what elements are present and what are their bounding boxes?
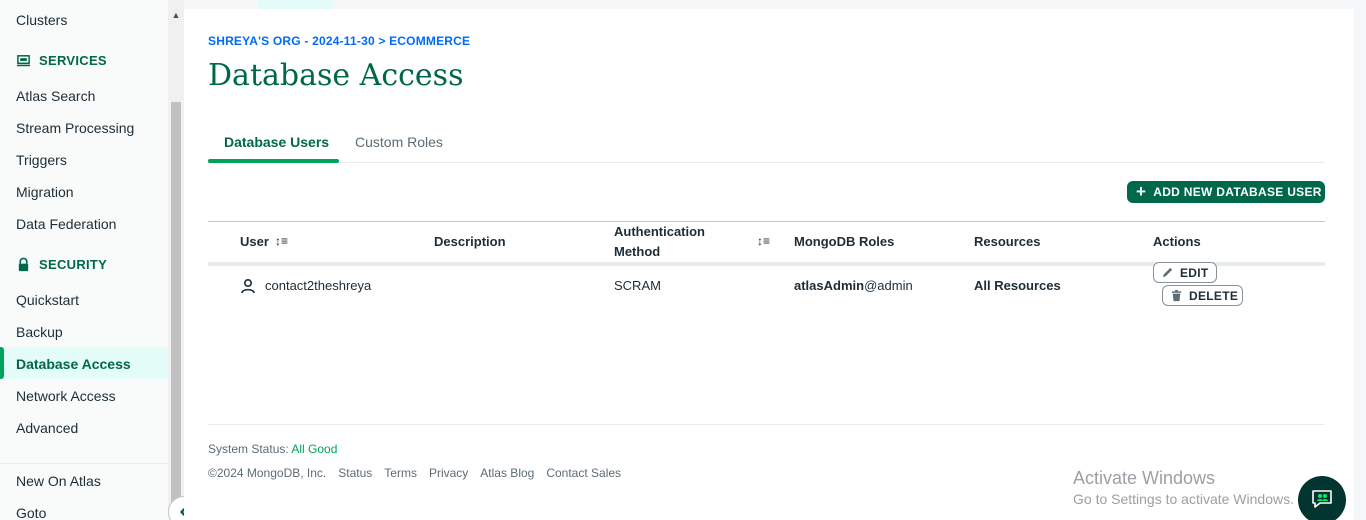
sidebar: Clusters SERVICES Atlas Search Stream Pr… [0,0,168,520]
column-header-auth-method: Authentication Method [614,222,705,262]
footer-links: ©2024 MongoDB, Inc. Status Terms Privacy… [208,466,621,480]
edit-label: EDIT [1180,265,1209,280]
sidebar-item-quickstart[interactable]: Quickstart [16,292,79,308]
trash-icon [1171,289,1182,302]
column-header-auth-line1: Authentication [614,224,705,239]
chat-icon [1312,490,1332,508]
services-icon [16,55,31,67]
tab-custom-roles[interactable]: Custom Roles [355,134,443,150]
role-db: @admin [864,278,913,293]
tab-bar: Database Users Custom Roles [208,122,1325,163]
page-title: Database Access [208,58,464,93]
pencil-icon [1162,267,1173,278]
top-shade [184,0,1366,9]
footer-link-terms[interactable]: Terms [384,466,417,480]
windows-activation-subtitle: Go to Settings to activate Windows. [1073,491,1294,507]
role-name: atlasAdmin [794,278,865,293]
cell-mongodb-roles: atlasAdmin@admin [794,278,913,293]
column-header-actions: Actions [1153,234,1201,249]
footer-link-atlas-blog[interactable]: Atlas Blog [480,466,534,480]
sidebar-item-goto[interactable]: Goto [16,505,46,520]
system-status-label: System Status: [208,442,289,456]
footer-link-privacy[interactable]: Privacy [429,466,468,480]
column-header-auth-line2: Method [614,244,661,259]
sidebar-item-migration[interactable]: Migration [16,184,74,200]
user-icon [241,278,255,294]
cell-user: contact2theshreya [265,278,372,293]
copyright: ©2024 MongoDB, Inc. [208,466,327,480]
sidebar-scrollbar-thumb[interactable] [171,102,181,520]
windows-activation-title: Activate Windows [1073,468,1216,488]
sidebar-section-security: SECURITY [16,257,107,272]
sort-icon[interactable]: ↕≡ [275,234,288,248]
top-highlight [258,0,333,9]
sidebar-item-backup[interactable]: Backup [16,324,63,340]
sidebar-section-label: SECURITY [39,257,108,272]
sidebar-item-clusters[interactable]: Clusters [16,12,67,28]
scroll-up-arrow-icon[interactable]: ▲ [171,10,181,20]
sidebar-item-database-access[interactable]: Database Access [16,356,131,372]
sort-icon[interactable]: ↕≡ [757,234,770,248]
sidebar-active-indicator [0,347,4,379]
system-status-value[interactable]: All Good [291,442,337,456]
sidebar-item-network-access[interactable]: Network Access [16,388,116,404]
system-status: System Status: All Good [208,442,337,456]
footer-link-status[interactable]: Status [338,466,372,480]
column-header-mongodb-roles: MongoDB Roles [794,234,895,249]
sidebar-divider [0,463,168,464]
table-top-border [208,221,1325,222]
footer-divider [208,424,1325,425]
sidebar-item-new-on-atlas[interactable]: New On Atlas [16,473,101,489]
edit-user-button[interactable]: EDIT [1153,262,1217,283]
breadcrumb[interactable]: SHREYA'S ORG - 2024-11-30 > ECOMMERCE [208,34,470,48]
sidebar-item-advanced[interactable]: Advanced [16,420,78,436]
column-header-resources: Resources [974,234,1041,249]
plus-icon: + [1136,182,1147,201]
windows-activation-watermark: Activate Windows Go to Settings to activ… [1073,468,1294,507]
sidebar-item-triggers[interactable]: Triggers [16,152,67,168]
sidebar-item-atlas-search[interactable]: Atlas Search [16,88,95,104]
cell-auth-method: SCRAM [614,278,661,293]
sidebar-section-services: SERVICES [16,53,107,68]
lock-icon [18,257,29,272]
sidebar-section-label: SERVICES [39,53,107,68]
add-button-label: ADD NEW DATABASE USER [1153,185,1322,199]
add-new-database-user-button[interactable]: + ADD NEW DATABASE USER [1127,181,1325,203]
cell-resources: All Resources [974,278,1061,293]
footer-link-contact-sales[interactable]: Contact Sales [546,466,621,480]
chat-support-button[interactable] [1298,476,1346,520]
column-header-description: Description [434,234,506,249]
active-tab-indicator [208,159,339,163]
tab-database-users[interactable]: Database Users [224,134,329,150]
sidebar-item-data-federation[interactable]: Data Federation [16,216,116,232]
sidebar-item-stream-processing[interactable]: Stream Processing [16,120,134,136]
delete-user-button[interactable]: DELETE [1162,285,1243,306]
column-header-user: User [240,234,269,249]
delete-label: DELETE [1189,288,1239,303]
